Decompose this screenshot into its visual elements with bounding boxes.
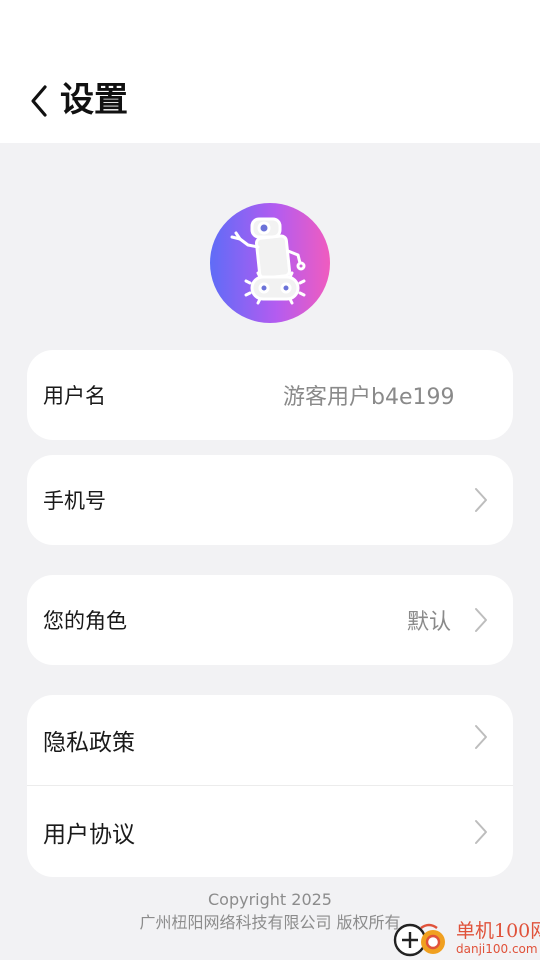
privacy-policy-row[interactable]: 隐私政策 <box>27 695 513 785</box>
username-value: 游客用户b4e199 <box>283 385 455 410</box>
phone-card: 手机号 <box>27 455 513 545</box>
avatar[interactable] <box>210 203 330 323</box>
role-value: 默认 <box>407 610 452 635</box>
chevron-left-icon <box>31 85 47 117</box>
watermark-url: danji100.com <box>456 942 538 956</box>
phone-label: 手机号 <box>43 489 106 513</box>
back-button[interactable] <box>22 82 56 120</box>
role-row[interactable]: 您的角色 默认 <box>27 575 513 665</box>
robot-avatar-icon <box>230 217 306 305</box>
chevron-right-icon <box>473 723 489 751</box>
top-bar: 设置 <box>0 0 540 143</box>
privacy-policy-label: 隐私政策 <box>43 730 135 756</box>
chevron-right-icon <box>473 818 489 846</box>
watermark-icon <box>393 923 445 957</box>
phone-row[interactable]: 手机号 <box>27 455 513 545</box>
page-title: 设置 <box>60 80 128 120</box>
watermark-logo: 单机100网 danji100.com <box>393 918 540 960</box>
role-label: 您的角色 <box>43 609 127 633</box>
watermark-title: 单机100网 <box>456 920 540 942</box>
chevron-right-icon <box>473 606 489 634</box>
legal-card: 隐私政策 用户协议 <box>27 695 513 877</box>
username-row: 用户名 游客用户b4e199 <box>27 350 513 440</box>
username-label: 用户名 <box>43 384 106 408</box>
divider <box>27 785 513 786</box>
chevron-right-icon <box>473 486 489 514</box>
role-card: 您的角色 默认 <box>27 575 513 665</box>
user-agreement-label: 用户协议 <box>43 822 135 848</box>
user-agreement-row[interactable]: 用户协议 <box>27 787 513 877</box>
username-card: 用户名 游客用户b4e199 <box>27 350 513 440</box>
copyright-text: Copyright 2025 <box>208 890 332 909</box>
